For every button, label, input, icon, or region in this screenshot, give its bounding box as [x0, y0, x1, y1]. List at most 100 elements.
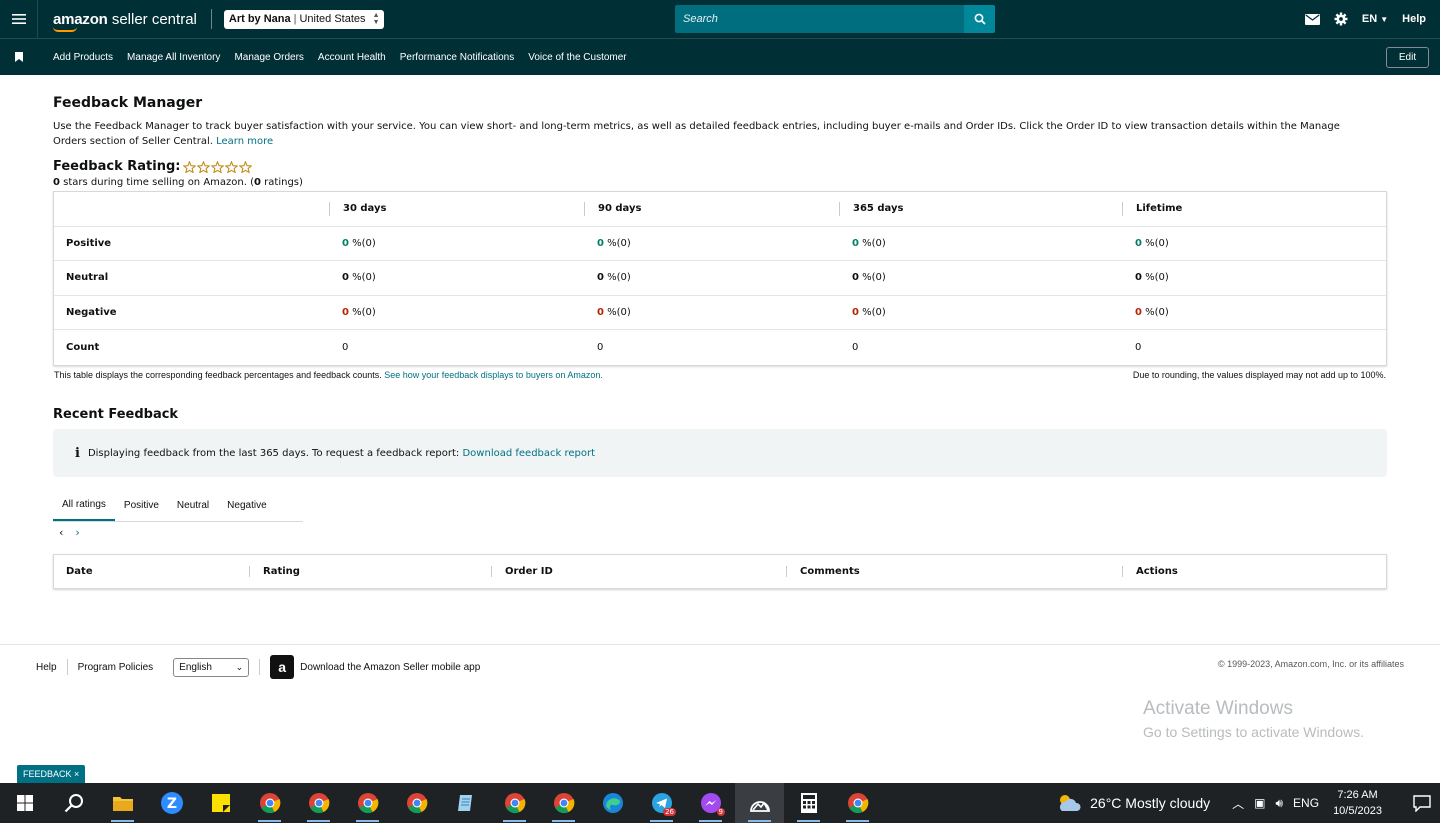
nav-add-products[interactable]: Add Products: [53, 52, 113, 63]
windows-start-icon[interactable]: [0, 783, 49, 823]
table-cell: 0 %(0): [1122, 272, 1386, 283]
percent-count: %(0): [1145, 237, 1169, 249]
table-cell: 0 %(0): [584, 238, 839, 249]
notifications-icon[interactable]: [1404, 794, 1440, 812]
star-empty-icon: [239, 160, 253, 173]
feedback-rating: Feedback Rating:: [53, 159, 253, 174]
col-90-days: 90 days: [584, 201, 839, 216]
program-policies-link[interactable]: Program Policies: [78, 662, 154, 673]
close-icon[interactable]: ×: [74, 769, 79, 779]
messenger-icon[interactable]: 9: [686, 783, 735, 823]
zoom-icon[interactable]: Z: [147, 783, 196, 823]
feedback-widget-tab[interactable]: FEEDBACK ×: [17, 765, 86, 783]
help-link[interactable]: Help: [1402, 13, 1426, 25]
gear-icon[interactable]: [1334, 12, 1348, 26]
watermark-title: Activate Windows: [1143, 698, 1293, 719]
rounding-note: Due to rounding, the values displayed ma…: [1132, 370, 1386, 380]
nav-account-health[interactable]: Account Health: [318, 52, 386, 63]
active-indicator: [699, 820, 722, 822]
active-indicator: [650, 820, 673, 822]
stars-count: 0: [53, 177, 60, 188]
footer-help-link[interactable]: Help: [36, 662, 57, 673]
watermark-subtitle: Go to Settings to activate Windows.: [1143, 724, 1364, 740]
sticky-notes-icon[interactable]: [196, 783, 245, 823]
input-language[interactable]: ENG: [1293, 796, 1319, 810]
download-report-link[interactable]: Download feedback report: [462, 448, 595, 459]
nav-performance-notifications[interactable]: Performance Notifications: [400, 52, 515, 63]
negative-value: 0: [1135, 307, 1142, 319]
col-order-id[interactable]: Order ID: [491, 566, 786, 577]
nav-manage-inventory[interactable]: Manage All Inventory: [127, 52, 220, 63]
search-input[interactable]: Search: [675, 5, 964, 33]
percent-count: %(0): [862, 237, 886, 249]
weather-widget[interactable]: 26°C Mostly cloudy: [1056, 793, 1210, 813]
tab-all-ratings[interactable]: All ratings: [53, 489, 115, 521]
positive-value: 0: [597, 237, 604, 249]
table-cell: 0 %(0): [1122, 307, 1386, 318]
weather-text: 26°C Mostly cloudy: [1090, 795, 1211, 811]
cloudy-weather-icon: [1060, 795, 1081, 811]
row-label: Negative: [66, 307, 117, 319]
active-indicator: [356, 820, 379, 822]
calculator-icon[interactable]: [784, 783, 833, 823]
store-selector[interactable]: Art by Nana | United States ▲ ▼: [223, 9, 384, 29]
buyer-display-link[interactable]: See how your feedback displays to buyers…: [384, 370, 603, 380]
chrome-icon[interactable]: [539, 783, 588, 823]
telegram-icon[interactable]: 26: [637, 783, 686, 823]
learn-more-link[interactable]: Learn more: [216, 136, 273, 147]
percent-count: %(0): [607, 237, 631, 249]
search-icon[interactable]: [49, 783, 98, 823]
bookmark-icon[interactable]: [0, 52, 38, 62]
chevron-right-icon[interactable]: ›: [75, 526, 79, 539]
chrome-icon[interactable]: [294, 783, 343, 823]
row-label: Count: [66, 342, 100, 354]
tab-negative[interactable]: Negative: [218, 489, 275, 521]
chrome-icon[interactable]: [392, 783, 441, 823]
nav-voice-of-customer[interactable]: Voice of the Customer: [528, 52, 626, 63]
negative-value: 0: [852, 307, 859, 319]
volume-icon[interactable]: 🔊︎: [1275, 796, 1283, 811]
meet-now-icon[interactable]: ▣: [1254, 796, 1265, 810]
download-app-link[interactable]: Download the Amazon Seller mobile app: [300, 662, 480, 673]
chrome-icon[interactable]: [343, 783, 392, 823]
table-note: This table displays the corresponding fe…: [54, 370, 603, 380]
tab-positive[interactable]: Positive: [115, 489, 168, 521]
chrome-icon[interactable]: [245, 783, 294, 823]
chevron-left-icon[interactable]: ‹: [59, 526, 63, 539]
windows-taskbar: Z 26 9 26°C Mostly cloudy ︿ ▣ 🔊︎ ENG 7:2…: [0, 783, 1440, 823]
tab-neutral[interactable]: Neutral: [168, 489, 218, 521]
file-explorer-icon[interactable]: [98, 783, 147, 823]
edit-nav-button[interactable]: Edit: [1386, 47, 1429, 68]
chrome-icon[interactable]: [490, 783, 539, 823]
nav-manage-orders[interactable]: Manage Orders: [234, 52, 303, 63]
star-empty-icon: [211, 160, 225, 173]
negative-value: 0: [597, 307, 604, 319]
edge-icon[interactable]: [588, 783, 637, 823]
language-select[interactable]: English ⌄: [173, 657, 250, 677]
chevron-up-icon[interactable]: ︿: [1232, 795, 1244, 812]
clock[interactable]: 7:26 AM 10/5/2023: [1333, 787, 1382, 819]
chrome-icon[interactable]: [833, 783, 882, 823]
col-rating[interactable]: Rating: [249, 566, 491, 577]
notepad-icon[interactable]: [441, 783, 490, 823]
language-selector[interactable]: EN ▼: [1362, 13, 1388, 25]
updown-arrows-icon: ▲ ▼: [372, 11, 380, 26]
tab-pager: ‹ ›: [59, 526, 80, 539]
search-button[interactable]: [964, 5, 995, 33]
amazon-app-icon[interactable]: a: [270, 655, 295, 679]
neutral-value: 0: [342, 272, 349, 284]
col-comments: Comments: [786, 566, 1122, 577]
info-banner: i Displaying feedback from the last 365 …: [53, 429, 1387, 477]
active-indicator: [797, 820, 820, 822]
info-text: Displaying feedback from the last 365 da…: [87, 447, 460, 459]
positive-value: 0: [1135, 237, 1142, 249]
nav-bar: Add Products Manage All Inventory Manage…: [0, 38, 1440, 75]
seller-central-logo[interactable]: amazon seller central: [53, 11, 197, 32]
photos-icon[interactable]: [735, 783, 784, 823]
count-cell: 0: [1135, 342, 1142, 354]
menu-icon[interactable]: [0, 0, 38, 38]
negative-value: 0: [342, 307, 349, 319]
col-date[interactable]: Date: [54, 566, 249, 577]
mail-icon[interactable]: [1304, 13, 1320, 25]
divider: |: [293, 13, 297, 25]
